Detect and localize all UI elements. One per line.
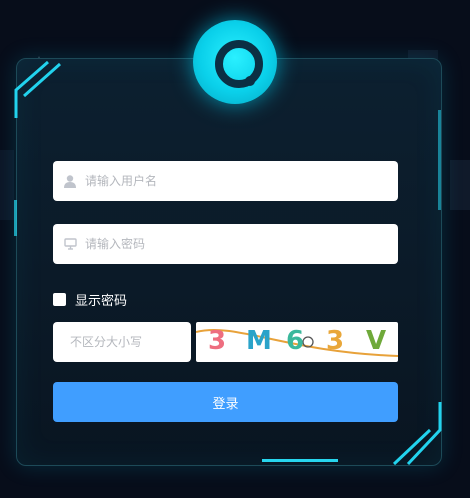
monitor-icon — [63, 237, 77, 251]
show-password-label: 显示密码 — [75, 294, 128, 309]
captcha-char: M — [246, 326, 272, 356]
show-password-checkbox-row[interactable]: 显示密码 — [53, 290, 127, 309]
background-block — [0, 150, 14, 220]
captcha-char: 3 — [208, 326, 227, 356]
background-block — [450, 160, 470, 210]
right-accent-bar — [438, 110, 441, 210]
captcha-char: 3 — [326, 326, 345, 356]
password-field[interactable] — [53, 224, 398, 264]
captcha-field[interactable] — [53, 322, 191, 362]
captcha-image[interactable]: 3 M 6 3 V — [196, 322, 398, 362]
logo-icon — [193, 20, 277, 104]
captcha-input[interactable] — [68, 334, 191, 350]
username-field[interactable] — [53, 161, 398, 201]
top-left-corner-decoration — [14, 60, 61, 118]
login-button[interactable]: 登录 — [53, 382, 398, 422]
left-accent-bar — [14, 200, 17, 236]
password-input[interactable] — [85, 224, 398, 264]
username-input[interactable] — [85, 161, 398, 201]
captcha-char: 6 — [286, 326, 305, 356]
show-password-checkbox[interactable] — [53, 293, 66, 306]
bottom-accent-bar — [262, 459, 338, 462]
user-icon — [63, 174, 77, 188]
captcha-char: V — [366, 326, 387, 356]
